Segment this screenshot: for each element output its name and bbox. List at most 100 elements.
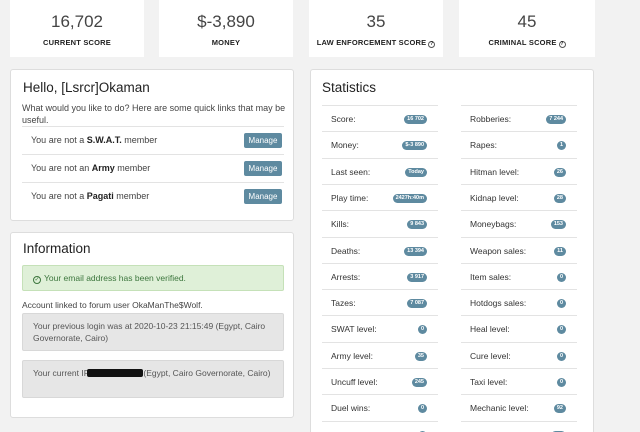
stat-row: Trucker level:186 bbox=[461, 420, 577, 432]
stat-row-label: Tazes: bbox=[331, 298, 356, 309]
stat-row-badge: 35 bbox=[414, 351, 427, 361]
stat-row-label: Arrests: bbox=[331, 271, 361, 282]
stat-row-badge: 92 bbox=[553, 404, 566, 414]
linked-forum-user: Account linked to forum user OkaManThe$W… bbox=[22, 300, 203, 310]
stat-row-badge: 245 bbox=[411, 378, 427, 387]
previous-login-box: Your previous login was at 2020-10-23 21… bbox=[22, 313, 284, 351]
stat-row-label: Weapon sales: bbox=[470, 245, 527, 256]
stat-row: Kills: 9 843 bbox=[322, 210, 438, 236]
stat-row-badge: 28 bbox=[553, 193, 566, 203]
stat-row-badge: $-3 890 bbox=[402, 141, 427, 151]
stat-row: Arrests: 3 917 bbox=[322, 262, 438, 289]
stat-row-badge: 153 bbox=[550, 220, 566, 230]
stat-row: Hotdogs sales: 0 bbox=[461, 289, 577, 315]
stat-row-badge: 0 bbox=[556, 325, 566, 335]
manage-swat-button[interactable]: Manage bbox=[244, 133, 282, 148]
stat-row-badge: 16 702 bbox=[404, 115, 427, 124]
stat-value: 35 bbox=[366, 12, 386, 31]
stat-label: CRIMINAL SCORE? bbox=[488, 38, 566, 48]
stat-row-badge: 7 244 bbox=[546, 115, 566, 124]
stat-row-label: Kidnap level: bbox=[470, 192, 519, 203]
stat-row: SWAT level: 0 bbox=[322, 315, 438, 341]
stat-row-badge: 1 bbox=[556, 141, 566, 151]
stat-row-label: Score: bbox=[331, 114, 356, 124]
information-title: Information bbox=[23, 241, 91, 256]
stat-row-label: Money: bbox=[331, 140, 359, 151]
statistics-panel: Statistics Score: 16 702 Money: $-3 890 Last… bbox=[310, 69, 594, 432]
hello-title: Hello, [Lsrcr]Okaman bbox=[23, 80, 150, 95]
stat-row-badge: 9 843 bbox=[407, 220, 427, 230]
stat-row-badge: 7 087 bbox=[407, 299, 427, 309]
stat-label: CURRENT SCORE bbox=[42, 38, 112, 47]
statistics-title: Statistics bbox=[322, 80, 377, 95]
membership-row-pagati: You are not a Pagati member Manage bbox=[22, 182, 284, 210]
stat-label: MONEY bbox=[211, 38, 241, 47]
stat-row: Hitman level: 26 bbox=[461, 157, 577, 184]
manage-army-button[interactable]: Manage bbox=[244, 161, 282, 176]
stat-row: Score: 16 702 bbox=[322, 105, 438, 131]
help-icon[interactable]: ? bbox=[558, 41, 566, 48]
stat-row-label: Item sales: bbox=[470, 271, 512, 282]
stat-row: Weapon sales: 11 bbox=[461, 236, 577, 263]
stat-value: $-3,890 bbox=[197, 12, 255, 31]
stat-label: LAW ENFORCEMENT SCORE? bbox=[316, 38, 436, 48]
membership-row-army: You are not an Army member Manage bbox=[22, 154, 284, 182]
stat-card-current-score: 16,702 CURRENT SCORE bbox=[10, 0, 144, 57]
stat-row-badge: 13 394 bbox=[404, 246, 427, 256]
stat-row: Uncuff level: 245 bbox=[322, 368, 438, 394]
stat-row: Duel losses:0 bbox=[322, 420, 438, 432]
stat-value: 16,702 bbox=[51, 12, 103, 31]
stat-row-badge: 0 bbox=[556, 299, 566, 309]
stat-row-label: Robberies: bbox=[470, 114, 512, 124]
stat-row-label: Deaths: bbox=[331, 245, 361, 256]
information-panel: Information ✓ Your email address has been… bbox=[10, 232, 294, 418]
stat-row: Robberies: 7 244 bbox=[461, 105, 577, 131]
stat-row-badge: 0 bbox=[417, 404, 427, 414]
stat-row-label: Moneybags: bbox=[470, 219, 517, 230]
stat-row-label: Uncuff level: bbox=[331, 377, 378, 387]
stat-row-label: Rapes: bbox=[470, 140, 497, 151]
redacted-ip-mark bbox=[87, 369, 144, 377]
stat-row-label: Duel wins: bbox=[331, 403, 371, 414]
stat-row-badge: 0 bbox=[556, 351, 566, 361]
stat-row: Mechanic level: 92 bbox=[461, 394, 577, 420]
stat-value: 45 bbox=[517, 12, 537, 31]
stat-row-label: Kills: bbox=[331, 219, 349, 230]
stat-row: Moneybags: 153 bbox=[461, 210, 577, 236]
stat-row: Heal level: 0 bbox=[461, 315, 577, 341]
stat-row-badge: 0 bbox=[556, 272, 566, 282]
stat-card-money: $-3,890 MONEY bbox=[159, 0, 293, 57]
stat-row-badge: 26 bbox=[553, 167, 566, 177]
stat-row-label: Mechanic level: bbox=[470, 403, 529, 414]
stat-row: Cure level: 0 bbox=[461, 341, 577, 368]
stat-row-label: Heal level: bbox=[470, 324, 510, 335]
stat-row-badge: 11 bbox=[554, 246, 566, 256]
stat-row-label: SWAT level: bbox=[331, 324, 377, 335]
stat-row-label: Hitman level: bbox=[470, 166, 520, 177]
current-ip-box: Your current IP (Egypt, Cairo Governorate… bbox=[22, 360, 284, 398]
stat-row: Kidnap level: 28 bbox=[461, 183, 577, 210]
stat-row-badge: 0 bbox=[556, 378, 566, 387]
manage-pagati-button[interactable]: Manage bbox=[244, 189, 282, 204]
stat-row-label: Play time: bbox=[331, 192, 369, 203]
stat-row: Duel wins: 0 bbox=[322, 394, 438, 420]
stat-row: Army level: 35 bbox=[322, 341, 438, 368]
stat-row-badge: Today bbox=[405, 167, 427, 177]
stat-row-label: Taxi level: bbox=[470, 377, 508, 387]
stat-card-law-enforcement-score: 35 LAW ENFORCEMENT SCORE? bbox=[309, 0, 443, 57]
stat-row: Tazes: 7 087 bbox=[322, 289, 438, 315]
check-circle-icon: ✓ bbox=[33, 276, 41, 284]
stat-row-label: Last seen: bbox=[331, 166, 371, 177]
stat-row-label: Hotdogs sales: bbox=[470, 298, 527, 309]
email-verified-alert: ✓ Your email address has been verified. bbox=[22, 265, 284, 291]
help-icon[interactable]: ? bbox=[428, 41, 436, 48]
stat-row: Item sales: 0 bbox=[461, 262, 577, 289]
hello-intro: What would you like to do? Here are some… bbox=[22, 103, 286, 125]
stat-row-label: Cure level: bbox=[470, 350, 511, 361]
stat-row-badge: 0 bbox=[417, 325, 427, 335]
membership-row-swat: You are not a S.W.A.T. member Manage bbox=[22, 126, 284, 154]
stat-row: Taxi level: 0 bbox=[461, 368, 577, 394]
stat-row: Play time: 2427h:40m bbox=[322, 183, 438, 210]
stat-row: Rapes: 1 bbox=[461, 131, 577, 157]
stat-row: Deaths: 13 394 bbox=[322, 236, 438, 263]
